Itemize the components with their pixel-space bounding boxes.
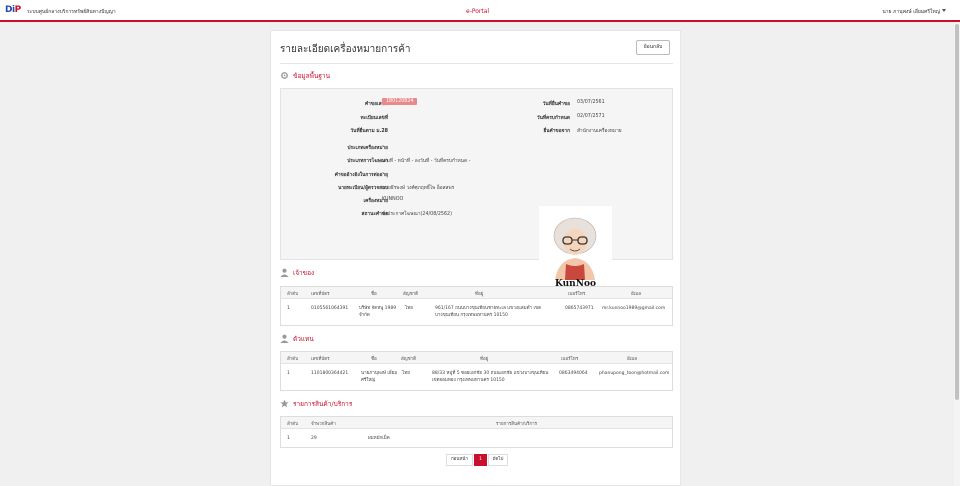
table-header: ลำดับ เลขที่บัตร ชื่อ สัญชาติ ที่อยู่ เบ… [281, 352, 672, 364]
cell-name: บริษัท จัดหนู 1989 จำกัด [359, 306, 397, 318]
field-value: - [382, 144, 384, 149]
column-header: รายการสินค้า/บริการ [496, 422, 538, 427]
divider [280, 63, 673, 64]
table-header: ลำดับ เลขที่บัตร ชื่อ สัญชาติ ที่อยู่ เบ… [281, 287, 672, 299]
user-icon [280, 334, 289, 343]
table-header: ลำดับ จำพวกสินค้า รายการสินค้า/บริการ [281, 417, 672, 429]
owner-heading: เจ้าของ [280, 268, 314, 278]
next-page-button[interactable]: ถัดไป [488, 454, 508, 466]
column-header: ชื่อ [371, 292, 377, 297]
user-menu[interactable]: นาย ภานุพงษ์ เอี่ยมศรีใหญ่ [882, 8, 940, 16]
field-value: 03/07/2561 [577, 100, 605, 105]
cell-name: นายภานุพงษ์ เอี่ยมศรีใหญ่ [361, 371, 398, 383]
column-header: ที่อยู่ [475, 292, 484, 297]
portal-name: e-Portal [466, 8, 490, 15]
cell-email: mr.kunnoo1989@gmail.com [602, 306, 666, 311]
field-label: คำขออ้างอิงในการต่ออายุ [334, 173, 388, 178]
column-header: เบอร์โทร [568, 292, 586, 297]
field-value: - [382, 171, 384, 176]
field-value: - [382, 127, 384, 132]
column-header: เลขที่บัตร [311, 292, 330, 297]
field-label: นายทะเบียน/ผู้ตรวจสอบ [338, 186, 388, 191]
column-header: อีเมล [627, 357, 637, 362]
cell-index: 1 [287, 306, 290, 311]
column-header: สัญชาติ [401, 357, 417, 362]
column-header: เลขที่บัตร [311, 357, 330, 362]
field-value: สำนักงานเครื่องหมาย [577, 129, 622, 134]
basic-info-heading: ข้อมูลพื้นฐาน [280, 71, 330, 81]
prev-page-button[interactable]: ก่อนหน้า [446, 454, 473, 466]
agent-table: ลำดับ เลขที่บัตร ชื่อ สัญชาติ ที่อยู่ เบ… [280, 351, 673, 391]
services-heading: รายการสินค้า/บริการ [280, 399, 352, 409]
column-header: ลำดับ [287, 422, 299, 427]
column-header: ชื่อ [371, 357, 377, 362]
cell-email: phanupong_toon@hotmail.com [599, 371, 670, 376]
services-table: ลำดับ จำพวกสินค้า รายการสินค้า/บริการ 1 … [280, 416, 673, 448]
cell-phone: 0863494064 [559, 371, 588, 376]
column-header: สัญชาติ [403, 292, 419, 297]
page-1-button[interactable]: 1 [474, 454, 487, 466]
field-value: KUNNOO [382, 197, 404, 202]
dip-logo[interactable]: DiP [5, 5, 21, 15]
cell-address: 961/167 ถนนบางขุนเทียนชายทะเล แขวงแสมดำ … [435, 306, 542, 318]
org-name: ระบบศูนย์กลางบริการทรัพย์สินทางปัญญา [27, 9, 116, 15]
cell-id: 0105561064391 [311, 306, 349, 311]
cell-index: 1 [287, 371, 290, 376]
field-value: นายธีรพงษ์ วงศ์ศุภฤทธิ์ไพ อ็อสสพร [382, 186, 455, 191]
cell-index: 1 [287, 436, 290, 441]
cell-goods: ผมหมักเม็ด [368, 436, 390, 441]
field-label: วันที่ครบกำหนด [536, 116, 570, 121]
cell-nationality: ไทย [405, 306, 413, 311]
star-icon [280, 399, 289, 408]
application-status: สั่งประกาศโฆษณา(24/08/2562) [382, 212, 452, 217]
field-value: เล่มที่ - หน้าที่ - ลงวันที่ - วันที่ครบ… [382, 159, 471, 164]
column-header: เบอร์โทร [561, 357, 579, 362]
column-header: ที่อยู่ [480, 357, 489, 362]
field-value: 02/07/2571 [577, 114, 605, 119]
gear-icon [281, 72, 288, 79]
scrollbar-thumb[interactable] [955, 24, 959, 400]
column-header: อีเมล [631, 292, 641, 297]
column-header: จำพวกสินค้า [311, 422, 336, 427]
basic-info-panel: คำขอเลขที่ 180120824 ทะเบียนเลขที่ - วัน… [280, 88, 673, 296]
top-navbar: DiP ระบบศูนย์กลางบริการทรัพย์สินทางปัญญา… [0, 0, 960, 22]
back-button[interactable]: ย้อนกลับ [636, 40, 670, 55]
trademark-image: KunNoo [539, 206, 612, 296]
cell-class: 29 [311, 436, 317, 441]
cell-phone: 0865743971 [565, 306, 594, 311]
application-number-badge: 180120824 [382, 98, 418, 105]
field-label: วันที่ยื่นคำขอ [542, 102, 570, 107]
page-title: รายละเอียดเครื่องหมายการค้า [280, 44, 411, 55]
field-label: ยื่นคำขอจาก [543, 129, 570, 134]
detail-card: รายละเอียดเครื่องหมายการค้า ย้อนกลับ ข้อ… [270, 30, 681, 486]
column-header: ลำดับ [287, 357, 299, 362]
agent-heading: ตัวแทน [280, 334, 314, 344]
cell-address: 88/33 หมู่ที่ 5 ซอยเอกชัย 30 ถนนเอกชัย แ… [432, 371, 549, 383]
cell-id: 1101800364421 [311, 371, 349, 376]
field-value: - [382, 114, 384, 119]
cell-nationality: ไทย [402, 371, 410, 376]
column-header: ลำดับ [287, 292, 299, 297]
owner-table: ลำดับ เลขที่บัตร ชื่อ สัญชาติ ที่อยู่ เบ… [280, 286, 673, 326]
chevron-down-icon[interactable] [942, 9, 946, 12]
user-icon [280, 268, 289, 277]
